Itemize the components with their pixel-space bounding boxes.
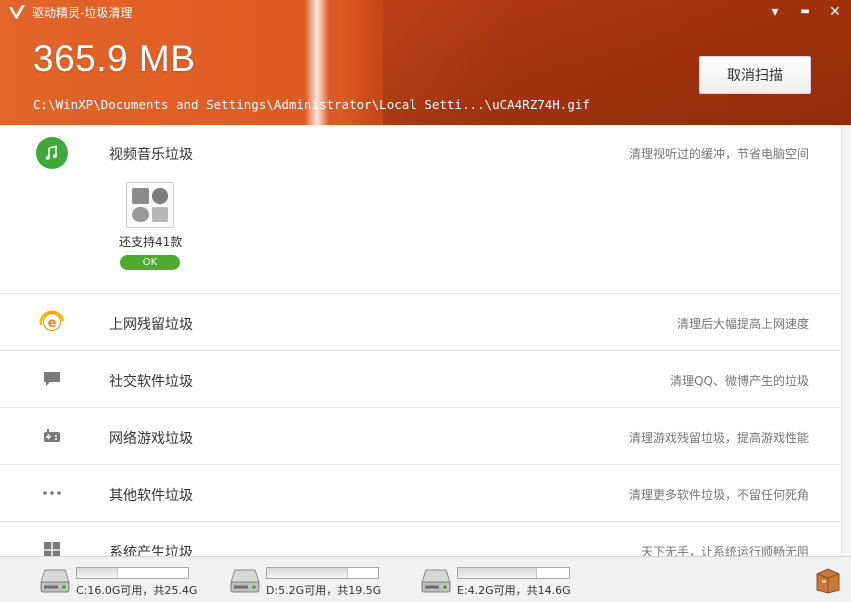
title-bar: 驱动精灵-垃圾清理 — [8, 2, 132, 22]
menu-dropdown-button[interactable]: ▾ — [764, 3, 786, 21]
drive-capacity-text: C:16.0G可用，共25.4G — [76, 584, 198, 597]
header-banner: 驱动精灵-垃圾清理 ▾ ▬ ✕ 365.9 MB C:\WinXP\Docume… — [0, 0, 851, 125]
category-description: 天下无手，让系统运行顺畅无阻 — [640, 545, 809, 556]
category-title: 上网残留垃圾 — [109, 317, 193, 333]
category-row-social[interactable]: 社交软件垃圾 清理QQ、微博产生的垃圾 — [0, 351, 840, 408]
music-icon — [36, 137, 68, 169]
list-scrollbar[interactable] — [841, 125, 851, 556]
supported-apps-count: 还支持41款 — [119, 235, 183, 249]
minimize-button[interactable]: ▬ — [794, 3, 816, 21]
windows-icon — [36, 534, 68, 556]
hard-drive-icon — [230, 569, 260, 593]
drive-c: C:16.0G可用，共25.4G — [40, 565, 200, 597]
category-title: 视频音乐垃圾 — [109, 147, 193, 163]
svg-text:e: e — [48, 316, 57, 331]
scanned-size: 365.9 MB — [33, 38, 196, 79]
current-scan-path: C:\WinXP\Documents and Settings\Administ… — [33, 97, 590, 112]
category-description: 清理更多软件垃圾，不留任何死角 — [628, 488, 809, 502]
gamepad-icon — [36, 420, 68, 452]
category-row-web[interactable]: e 上网残留垃圾 清理后大幅提高上网速度 — [0, 294, 840, 351]
category-list: 视频音乐垃圾 清理视听过的缓冲，节省电脑空间 还支持41款 OK e 上网残留垃… — [0, 125, 851, 556]
category-row-games[interactable]: 网络游戏垃圾 清理游戏残留垃圾，提高游戏性能 — [0, 408, 840, 465]
toolbox-icon[interactable] — [815, 566, 841, 594]
category-title: 其他软件垃圾 — [109, 488, 193, 504]
drive-usage-bar — [457, 567, 570, 579]
category-title: 社交软件垃圾 — [109, 374, 193, 390]
more-icon — [36, 477, 68, 509]
ie-icon: e — [36, 306, 68, 338]
category-description: 清理后大幅提高上网速度 — [676, 317, 809, 331]
app-logo-icon — [9, 5, 25, 19]
drive-usage-bar — [76, 567, 189, 579]
cancel-scan-button[interactable]: 取消扫描 — [699, 56, 811, 94]
chat-icon — [36, 363, 68, 395]
supported-apps-icon[interactable] — [126, 182, 174, 228]
window-title: 驱动精灵-垃圾清理 — [32, 5, 133, 20]
category-row-system[interactable]: 系统产生垃圾 天下无手，让系统运行顺畅无阻 — [0, 522, 840, 556]
hard-drive-icon — [421, 569, 451, 593]
category-description: 清理QQ、微博产生的垃圾 — [670, 374, 809, 388]
close-button[interactable]: ✕ — [824, 3, 846, 21]
drive-capacity-text: E:4.2G可用，共14.6G — [457, 584, 571, 597]
category-title: 系统产生垃圾 — [109, 545, 193, 556]
drive-d: D:5.2G可用，共19.5G — [230, 565, 390, 597]
category-description: 清理游戏残留垃圾，提高游戏性能 — [628, 431, 809, 445]
drive-capacity-text: D:5.2G可用，共19.5G — [266, 584, 382, 597]
category-description: 清理视听过的缓冲，节省电脑空间 — [628, 147, 809, 161]
category-row-other[interactable]: 其他软件垃圾 清理更多软件垃圾，不留任何死角 — [0, 465, 840, 522]
drive-status-bar: C:16.0G可用，共25.4G D:5.2G可用，共19.5G E:4.2G可… — [0, 556, 851, 602]
drive-usage-bar — [266, 567, 379, 579]
hard-drive-icon — [40, 569, 70, 593]
status-badge: OK — [120, 255, 180, 270]
category-title: 网络游戏垃圾 — [109, 431, 193, 447]
drive-e: E:4.2G可用，共14.6G — [421, 565, 581, 597]
category-row-video-music[interactable]: 视频音乐垃圾 清理视听过的缓冲，节省电脑空间 还支持41款 OK — [0, 125, 840, 294]
